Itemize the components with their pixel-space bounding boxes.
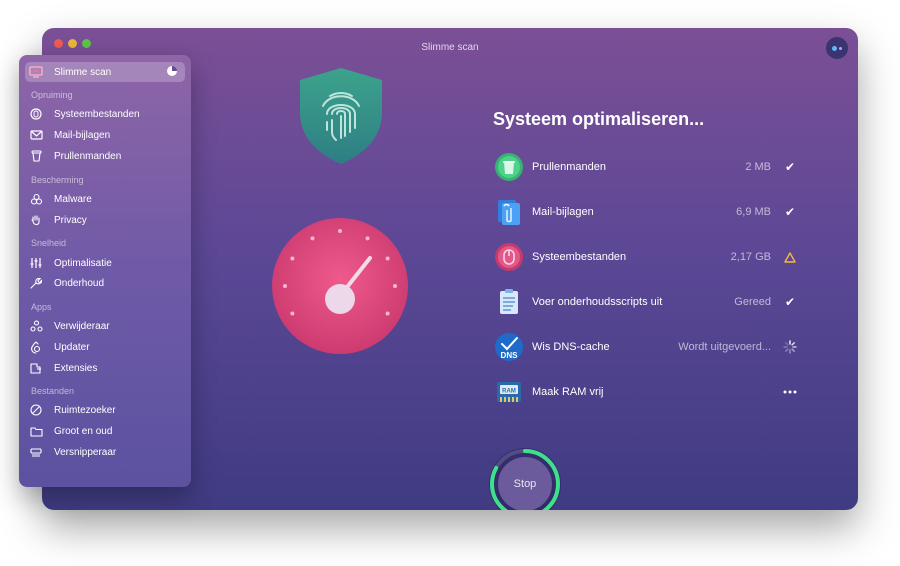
task-name: Prullenmanden [532,161,606,173]
task-row-dns-cache: DNS Wis DNS-cache Wordt uitgevoerd... [495,333,803,363]
uninstaller-icon [28,320,44,332]
mail-attachments-icon [498,200,520,225]
assistant-button[interactable] [826,37,848,59]
wrench-icon [28,277,44,289]
task-name: Maak RAM vrij [532,386,604,398]
sidebar-item-groot-en-oud[interactable]: Groot en oud [25,421,185,441]
sidebar-item-systeembestanden[interactable]: Systeembestanden [25,104,185,124]
sidebar-item-ruimtezoeker[interactable]: Ruimtezoeker [25,400,185,420]
extensions-icon [28,362,44,374]
section-heading-bescherming: Bescherming [31,175,84,185]
checkmark-icon: ✔ [784,295,796,309]
ram-icon-text: RAM [502,389,516,395]
updater-icon [28,340,44,354]
smart-scan-icon [28,66,44,78]
hand-icon [28,214,44,227]
system-junk-icon [28,108,44,120]
sidebar-item-malware[interactable]: Malware [25,189,185,209]
section-heading-apps: Apps [31,302,52,312]
sidebar-item-label: Onderhoud [54,277,105,289]
task-value: 2,17 GB [730,251,771,263]
stop-button[interactable]: Stop [487,446,563,510]
task-row-systeembestanden: Systeembestanden 2,17 GB [495,243,803,273]
task-row-onderhoudsscripts: Voer onderhoudsscripts uit Gereed ✔ [495,288,803,318]
task-name: Systeembestanden [532,251,627,263]
sidebar-item-prullenmanden[interactable]: Prullenmanden [25,146,185,166]
sliders-icon [28,257,44,269]
section-heading-bestanden: Bestanden [31,386,75,396]
sidebar-item-label: Verwijderaar [54,320,110,332]
task-name: Voer onderhoudsscripts uit [532,296,663,308]
system-files-icon [495,243,523,271]
sidebar-item-label: Optimalisatie [54,257,112,269]
sidebar-item-label: Systeembestanden [54,108,140,120]
sidebar-item-extensies[interactable]: Extensies [25,358,185,378]
window-title: Slimme scan [421,42,479,53]
task-row-mail-bijlagen: Mail-bijlagen 6,9 MB ✔ [495,198,803,228]
task-value: Wordt uitgevoerd... [678,341,771,353]
sidebar-item-label: Versnipperaar [54,446,117,458]
ram-icon: RAM [497,382,521,402]
sidebar-item-label: Malware [54,193,92,205]
sidebar-item-label: Ruimtezoeker [54,404,116,416]
sidebar-item-mail-bijlagen[interactable]: Mail-bijlagen [25,125,185,145]
section-heading-snelheid: Snelheid [31,238,67,248]
task-row-prullenmanden: Prullenmanden 2 MB ✔ [495,153,803,183]
sidebar-item-onderhoud[interactable]: Onderhoud [25,273,185,293]
dns-icon-text: DNS [501,351,519,360]
sidebar-item-slimme-scan[interactable]: Slimme scan [25,62,185,82]
task-value: 6,9 MB [736,206,771,218]
shield-fingerprint-icon [300,68,382,164]
task-value: 2 MB [745,161,771,173]
sidebar-item-privacy[interactable]: Privacy [25,210,185,230]
stop-label: Stop [513,478,537,490]
biohazard-icon [28,193,44,206]
sidebar-item-updater[interactable]: Updater [25,337,185,357]
shredder-icon [28,446,44,458]
warning-icon [783,248,797,266]
sidebar-item-versnipperaar[interactable]: Versnipperaar [25,442,185,462]
task-name: Mail-bijlagen [532,206,594,218]
maintenance-scripts-icon [500,289,518,314]
sidebar-item-label: Extensies [54,362,98,374]
sidebar-item-label: Prullenmanden [54,150,122,162]
sidebar-item-label: Updater [54,341,90,353]
task-name: Wis DNS-cache [532,341,610,353]
task-value: Gereed [734,296,771,308]
trash-icon [28,150,44,162]
sidebar-item-verwijderaar[interactable]: Verwijderaar [25,316,185,336]
mail-icon [28,130,44,140]
sidebar: Slimme scan Opruiming Systeembestanden M… [19,55,191,487]
sidebar-item-optimalisatie[interactable]: Optimalisatie [25,253,185,273]
checkmark-icon: ✔ [784,160,796,174]
progress-pie-icon [167,66,177,76]
section-heading-opruiming: Opruiming [31,90,73,100]
task-row-ram: RAM Maak RAM vrij [495,378,803,408]
trash-icon [495,153,523,181]
sidebar-item-label: Slimme scan [54,66,112,78]
spinner-icon [783,338,797,356]
space-lens-icon [28,404,44,416]
ellipsis-icon [783,383,797,401]
sidebar-item-label: Mail-bijlagen [54,129,111,141]
speed-gauge-icon [272,218,408,354]
checkmark-icon: ✔ [784,205,796,219]
dns-icon: DNS [495,333,523,361]
sidebar-item-label: Groot en oud [54,425,113,437]
sidebar-item-label: Privacy [54,214,87,226]
task-title: Systeem optimaliseren... [493,109,705,129]
folder-icon [28,426,44,437]
